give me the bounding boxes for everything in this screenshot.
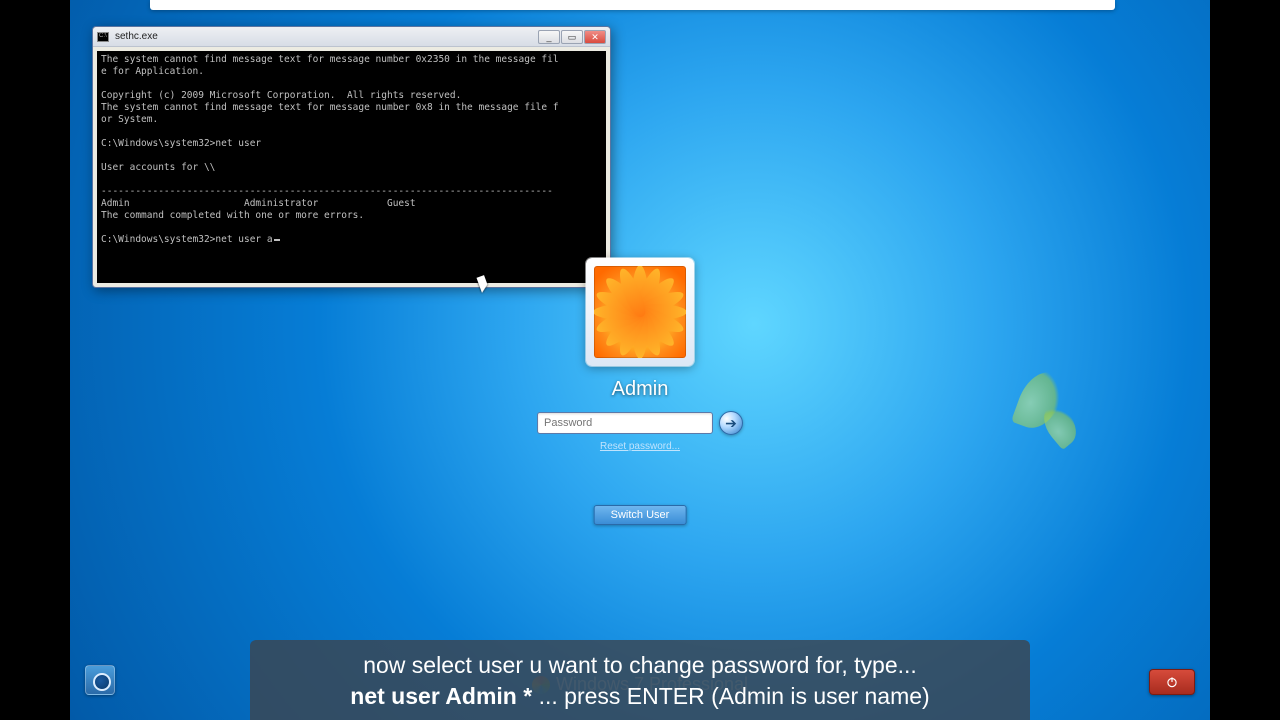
cmd-icon (97, 32, 109, 42)
power-icon (1165, 675, 1179, 689)
reset-password-link[interactable]: Reset password... (537, 441, 743, 452)
top-white-bar (150, 0, 1115, 10)
cursor-icon (274, 239, 280, 241)
flower-icon (594, 266, 686, 358)
login-panel: Admin ➔ Reset password... (537, 258, 743, 452)
username-label: Admin (537, 378, 743, 401)
mouse-pointer-icon (479, 276, 489, 290)
cmd-titlebar[interactable]: sethc.exe _ ▭ ✕ (93, 27, 610, 47)
cmd-title: sethc.exe (115, 31, 538, 42)
ease-of-access-button[interactable] (85, 665, 115, 695)
letterbox-left (0, 0, 70, 720)
caption-line2: ... press ENTER (Admin is user name) (532, 683, 930, 709)
subtitle-caption: now select user u want to change passwor… (250, 640, 1030, 720)
user-avatar[interactable] (586, 258, 694, 366)
switch-user-button[interactable]: Switch User (594, 505, 687, 525)
caption-bold: net user Admin * (350, 683, 532, 709)
power-button[interactable] (1149, 669, 1195, 695)
cmd-text: The system cannot find message text for … (101, 54, 559, 245)
maximize-button[interactable]: ▭ (561, 30, 583, 44)
cmd-output[interactable]: The system cannot find message text for … (97, 51, 606, 283)
caption-line1: now select user u want to change passwor… (363, 652, 917, 678)
login-screen: sethc.exe _ ▭ ✕ The system cannot find m… (70, 0, 1210, 720)
close-button[interactable]: ✕ (584, 30, 606, 44)
submit-button[interactable]: ➔ (719, 411, 743, 435)
letterbox-right (1210, 0, 1280, 720)
cmd-window[interactable]: sethc.exe _ ▭ ✕ The system cannot find m… (92, 26, 611, 288)
minimize-button[interactable]: _ (538, 30, 560, 44)
password-input[interactable] (537, 412, 713, 434)
